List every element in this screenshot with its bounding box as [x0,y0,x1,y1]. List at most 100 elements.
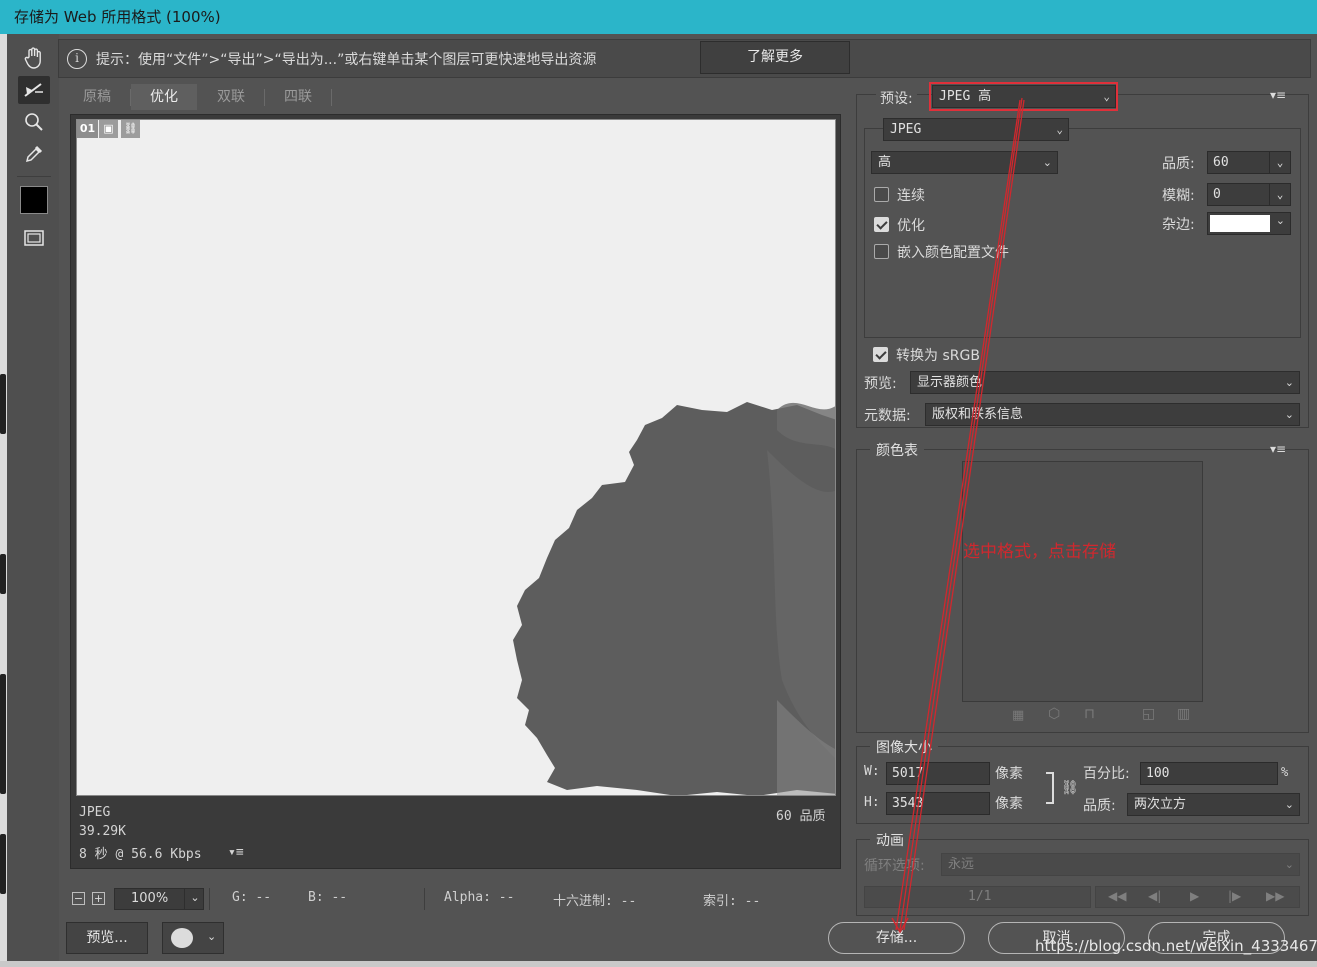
percent-input[interactable]: 100 [1140,762,1278,785]
tab-optimized[interactable]: 优化 [131,84,197,110]
chevron-down-icon: ⌄ [207,930,217,943]
chevron-down-icon: ⌄ [1284,408,1294,421]
annotation-text: 选中格式，点击存储 [963,542,1116,562]
browser-preview-select[interactable]: ⌄ [162,922,224,954]
percent-value: 100 [1146,766,1170,781]
preset-highlight-box [929,82,1118,111]
watermark-text: https://blog.csdn.net/weixin_43334673 [1035,937,1317,955]
resample-quality-value: 两次立方 [1134,797,1187,812]
preset-label: 预设: [876,88,917,108]
last-frame-icon[interactable]: ▶▶ [1266,889,1284,903]
frame-counter-field: 1/1 [864,886,1091,908]
slice-link-icon: ⛓ [121,120,140,138]
eyedropper-color-swatch [20,186,48,214]
optimized-checkbox[interactable] [874,217,889,232]
preview-mode-select[interactable]: 显示器颜色 ⌄ [910,371,1300,394]
zoom-level-value: 100% [131,891,169,906]
image-quality-readout: 60 品质 [776,809,826,824]
background-artifact [0,554,6,594]
chevron-down-icon: ⌄ [1284,858,1294,871]
chevron-down-icon[interactable]: ⌄ [184,888,205,910]
format-select[interactable]: JPEG ⌄ [883,118,1069,141]
color-table-title: 颜色表 [870,440,924,460]
quality-input[interactable]: 60 ⌄ [1207,151,1291,174]
zoom-in-button[interactable]: + [92,892,105,905]
matte-select[interactable]: ⌄ [1207,212,1291,235]
matte-color-swatch [1210,215,1270,232]
image-download-time: 8 秒 @ 56.6 Kbps [79,847,202,862]
trash-icon[interactable]: ▥ [1177,706,1190,722]
status-divider [424,888,425,910]
tab-original[interactable]: 原稿 [64,84,130,110]
lock-icon[interactable]: ⊓ [1084,706,1095,722]
chevron-down-icon[interactable]: ⌄ [1269,152,1290,173]
hint-text: 提示：使用“文件”>“导出”>“导出为...”或右键单击某个图层可更快速地导出资… [96,52,597,68]
loop-options-value: 永远 [948,857,975,872]
chevron-down-icon[interactable]: ⌄ [1269,184,1290,205]
resample-quality-select[interactable]: 两次立方 ⌄ [1127,793,1300,816]
tab-2-up[interactable]: 双联 [198,84,264,110]
height-input[interactable]: 3543 [886,792,990,815]
metadata-select[interactable]: 版权和联系信息 ⌄ [925,403,1300,426]
loop-options-label: 循环选项: [864,858,925,874]
preview-mode-value: 显示器颜色 [917,375,983,390]
add-color-icon[interactable]: ◱ [1142,706,1155,722]
metadata-label: 元数据: [864,408,911,424]
status-divider [209,888,210,910]
compression-value: 高 [878,155,892,170]
image-format: JPEG [79,805,111,820]
resample-quality-label: 品质: [1083,798,1116,814]
blur-input[interactable]: 0 ⌄ [1207,183,1291,206]
quality-label: 品质: [1162,156,1195,172]
tool-panel [7,34,59,961]
link-proportions-icon[interactable]: ⛓ [1061,780,1079,796]
optimized-label: 优化 [897,218,925,234]
percent-sign: % [1281,765,1289,779]
save-button[interactable]: 存储... [828,922,965,954]
progressive-label: 连续 [897,188,925,204]
color-swatch-icon[interactable] [18,186,50,214]
width-value: 5017 [892,766,924,781]
tab-4-up[interactable]: 四联 [265,84,331,110]
index-value: 索引: -- [703,894,761,909]
width-input[interactable]: 5017 [886,762,990,785]
chevron-down-icon: ⌄ [1056,123,1063,136]
alpha-value: Alpha: -- [444,890,515,905]
zoom-tool-icon[interactable] [18,108,50,136]
preview-button[interactable]: 预览... [66,922,148,954]
map-transparent-icon[interactable]: ▦ [1012,708,1024,723]
compression-quality-select[interactable]: 高 ⌄ [871,151,1058,174]
next-frame-icon[interactable]: |▶ [1228,889,1241,903]
settings-menu-icon[interactable]: ▾≡ [1270,88,1286,102]
play-icon[interactable]: ▶ [1190,889,1199,903]
tool-divider [17,176,51,177]
height-label: H: [864,795,880,810]
progressive-checkbox[interactable] [874,187,889,202]
view-tabs: 原稿 优化 双联 四联 [64,84,844,110]
slice-select-tool-icon[interactable] [18,76,50,104]
info-icon: i [67,49,87,69]
first-frame-icon[interactable]: ◀◀ [1108,889,1126,903]
convert-srgb-checkbox[interactable] [873,347,888,362]
browser-globe-icon [171,928,193,948]
width-label: W: [864,764,880,779]
hand-tool-icon[interactable] [18,44,50,72]
learn-more-button[interactable]: 了解更多 [700,41,850,74]
color-table-swatches[interactable] [962,461,1203,702]
toggle-slices-icon[interactable] [18,224,50,252]
download-rate-menu-icon[interactable]: ▾≡ [228,845,244,860]
zoom-out-button[interactable]: − [72,892,85,905]
status-bar: − + 100% ⌄ G: -- B: -- Alpha: -- 十六进制: -… [64,884,844,914]
embed-profile-checkbox[interactable] [874,244,889,259]
constrain-bracket [1046,772,1054,804]
loop-options-select[interactable]: 永远 ⌄ [941,853,1300,876]
previous-frame-icon[interactable]: ◀| [1148,889,1161,903]
background-artifact [0,674,6,794]
web-shift-icon[interactable]: ⬡ [1048,706,1060,722]
convert-srgb-label: 转换为 sRGB [896,348,980,364]
chevron-down-icon: ⌄ [1284,798,1294,811]
background-artifact [0,374,6,434]
eyedropper-tool-icon[interactable] [18,140,50,168]
color-table-menu-icon[interactable]: ▾≡ [1270,442,1286,456]
preview-image[interactable]: 01 ▣ ⛓ [76,119,836,796]
